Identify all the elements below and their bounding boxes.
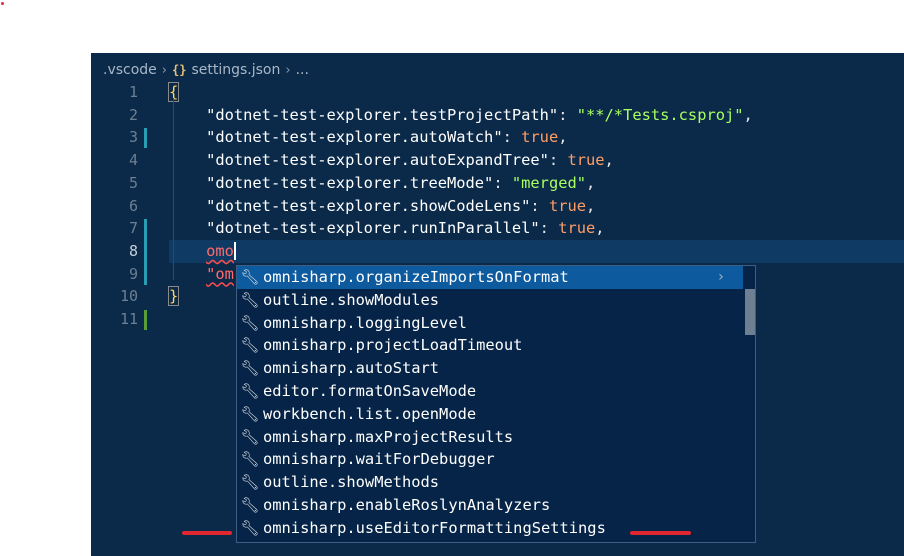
wrench-icon: 🔧︎	[240, 336, 260, 355]
suggestion-item[interactable]: 🔧︎ omnisharp.projectLoadTimeout	[237, 334, 743, 357]
annotation-dot	[1, 2, 4, 5]
suggestion-label: omnisharp.enableRoslynAnalyzers	[263, 496, 551, 514]
partial-key: "om	[206, 264, 234, 283]
code-line: "dotnet-test-explorer.runInParallel": tr…	[206, 219, 605, 238]
close-brace: }	[167, 286, 180, 307]
setting-value: true	[558, 219, 596, 238]
suggestion-item[interactable]: 🔧︎ omnisharp.enableRoslynAnalyzers	[237, 494, 743, 517]
wrench-icon: 🔧︎	[240, 450, 260, 469]
setting-key: "dotnet-test-explorer.autoWatch"	[206, 128, 503, 147]
chevron-right-icon[interactable]: ›	[717, 266, 725, 289]
json-file-icon: {}	[172, 63, 187, 77]
git-modified-marker[interactable]	[144, 219, 147, 285]
setting-value: true	[548, 196, 587, 215]
suggestion-item[interactable]: 🔧︎ omnisharp.useEditorFormattingSettings	[237, 517, 743, 540]
suggestion-label: omnisharp.organizeImportsOnFormat	[263, 268, 569, 286]
wrench-icon: 🔧︎	[240, 268, 260, 286]
line-number: 11	[119, 310, 138, 328]
suggestion-label: outline.showMethods	[263, 473, 440, 492]
text-cursor	[233, 242, 236, 261]
suggestion-label: outline.showModules	[263, 290, 440, 309]
line-number: 2	[128, 105, 138, 124]
suggestion-label: omnisharp.useEditorFormattingSettings	[263, 518, 606, 537]
indent-guide	[173, 98, 174, 280]
suggestion-label: omnisharp.maxProjectResults	[263, 427, 514, 446]
setting-value: "merged"	[511, 173, 587, 192]
annotation-underline	[630, 531, 691, 535]
suggestion-item[interactable]: 🔧︎ workbench.list.openMode	[237, 403, 743, 426]
breadcrumb-more[interactable]: ...	[296, 62, 309, 78]
chevron-right-icon: ›	[285, 62, 291, 78]
wrench-icon: 🔧︎	[240, 382, 260, 400]
suggestion-label: omnisharp.autoStart	[263, 359, 440, 378]
wrench-icon: 🔧︎	[240, 313, 260, 332]
line-number: 9	[128, 264, 138, 283]
code-line-current: omo	[169, 239, 904, 263]
setting-value: "**/*Tests.csproj"	[576, 105, 744, 124]
setting-value: true	[521, 128, 559, 147]
breadcrumb: .vscode › {} settings.json › ...	[103, 59, 309, 81]
git-added-marker[interactable]	[144, 310, 147, 330]
setting-key: "dotnet-test-explorer.autoExpandTree"	[206, 151, 549, 170]
suggestion-item[interactable]: 🔧︎ omnisharp.loggingLevel	[237, 312, 743, 335]
code-line: "dotnet-test-explorer.treeMode": "merged…	[206, 173, 596, 192]
line-number: 10	[119, 287, 138, 306]
line-number: 3	[128, 128, 138, 147]
line-number: 4	[128, 151, 138, 170]
suggestion-scrollbar[interactable]	[745, 289, 755, 335]
line-number: 5	[128, 173, 138, 192]
setting-key: "dotnet-test-explorer.treeMode"	[206, 173, 494, 192]
suggestion-item[interactable]: 🔧︎ omnisharp.waitForDebugger	[237, 448, 743, 471]
line-number: 6	[128, 196, 138, 215]
typed-text: omo	[206, 241, 234, 260]
line-number: 1	[128, 83, 138, 101]
suggestion-item[interactable]: 🔧︎ omnisharp.autoStart	[237, 357, 743, 380]
suggestion-item[interactable]: 🔧︎ outline.showMethods	[237, 471, 743, 494]
suggestion-label: editor.formatOnSaveMode	[263, 382, 477, 400]
setting-key: "dotnet-test-explorer.testProjectPath"	[206, 105, 559, 124]
line-number: 7	[128, 219, 138, 238]
wrench-icon: 🔧︎	[240, 290, 260, 309]
setting-key: "dotnet-test-explorer.runInParallel"	[206, 219, 540, 238]
suggestion-item[interactable]: 🔧︎ omnisharp.organizeImportsOnFormat ›	[237, 266, 743, 289]
suggestion-widget[interactable]: 🔧︎ omnisharp.organizeImportsOnFormat › 🔧…	[236, 265, 756, 543]
suggestion-label: omnisharp.waitForDebugger	[263, 450, 495, 469]
suggestion-item[interactable]: 🔧︎ outline.showModules	[237, 289, 743, 312]
setting-key: "dotnet-test-explorer.showCodeLens"	[206, 196, 531, 215]
wrench-icon: 🔧︎	[240, 473, 260, 492]
code-line: "dotnet-test-explorer.autoWatch": true,	[206, 128, 568, 147]
code-line: "dotnet-test-explorer.autoExpandTree": t…	[206, 151, 614, 170]
suggestion-item[interactable]: 🔧︎ omnisharp.maxProjectResults	[237, 426, 743, 449]
code-line: "dotnet-test-explorer.showCodeLens": tru…	[206, 196, 596, 215]
wrench-icon: 🔧︎	[240, 359, 260, 378]
suggestion-label: workbench.list.openMode	[263, 404, 477, 423]
breadcrumb-file[interactable]: settings.json	[191, 62, 280, 78]
suggestion-item[interactable]: 🔧︎ editor.formatOnSaveMode	[237, 380, 743, 403]
wrench-icon: 🔧︎	[240, 496, 260, 514]
setting-value: true	[567, 151, 605, 170]
code-line: {	[167, 81, 904, 104]
suggestion-label: omnisharp.loggingLevel	[263, 313, 467, 332]
code-line: "dotnet-test-explorer.testProjectPath": …	[206, 105, 753, 124]
chevron-right-icon: ›	[161, 62, 167, 78]
wrench-icon: 🔧︎	[240, 404, 260, 423]
git-modified-marker[interactable]	[144, 128, 147, 148]
line-number: 8	[128, 241, 138, 260]
wrench-icon: 🔧︎	[240, 427, 260, 446]
suggestion-label: omnisharp.projectLoadTimeout	[263, 336, 523, 355]
breadcrumb-folder[interactable]: .vscode	[103, 62, 157, 78]
wrench-icon: 🔧︎	[240, 518, 260, 537]
annotation-underline	[182, 531, 232, 535]
